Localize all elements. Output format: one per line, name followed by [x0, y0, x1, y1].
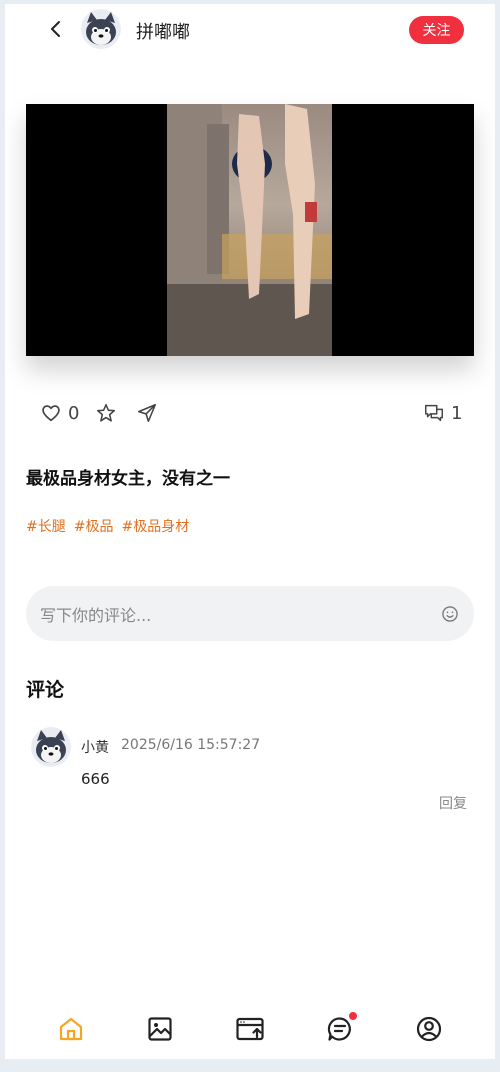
- post-title: 最极品身材女主，没有之一: [26, 469, 230, 489]
- tag[interactable]: #极品身材: [121, 516, 189, 536]
- app-frame: 拼嘟嘟 关注 0 1 最极品身材女主，没有之一 #长腿 #极品 #极品身材 写下…: [5, 4, 495, 1059]
- home-icon: [59, 1017, 83, 1041]
- heart-icon: [42, 405, 60, 422]
- tab-gallery[interactable]: [143, 1012, 177, 1046]
- video-player[interactable]: [26, 104, 474, 356]
- comment-author[interactable]: 小黄: [81, 737, 109, 757]
- tag[interactable]: #长腿: [26, 516, 66, 536]
- author-name[interactable]: 拼嘟嘟: [136, 18, 190, 44]
- star-icon: [96, 403, 116, 422]
- tag-list: #长腿 #极品 #极品身材: [26, 516, 189, 536]
- comment-count: 1: [451, 402, 463, 424]
- back-icon[interactable]: [45, 18, 67, 40]
- follow-button[interactable]: 关注: [409, 16, 464, 44]
- send-icon: [137, 403, 157, 423]
- comment-icon: [425, 404, 443, 422]
- comments-heading: 评论: [26, 679, 65, 701]
- like-button[interactable]: 0: [40, 399, 79, 427]
- tab-home[interactable]: [54, 1012, 88, 1046]
- comment-placeholder: 写下你的评论...: [40, 605, 152, 625]
- reply-button[interactable]: 回复: [439, 793, 467, 813]
- upload-icon: [236, 1017, 264, 1041]
- tag[interactable]: #极品: [74, 516, 114, 536]
- notification-dot: [349, 1012, 357, 1020]
- video-thumbnail: [167, 104, 332, 356]
- tab-messages[interactable]: [323, 1012, 357, 1046]
- avatar[interactable]: [81, 9, 121, 49]
- comment-input[interactable]: 写下你的评论...: [26, 586, 474, 641]
- avatar[interactable]: [31, 727, 71, 767]
- bottom-tab-bar: [5, 1012, 495, 1059]
- image-icon: [148, 1017, 172, 1041]
- favorite-button[interactable]: [95, 399, 117, 427]
- comment-time: 2025/6/16 15:57:27: [121, 737, 261, 753]
- top-bar: 拼嘟嘟 关注: [5, 4, 495, 54]
- post-actions: 0 1: [5, 399, 495, 427]
- comment-text: 666: [81, 770, 110, 788]
- share-button[interactable]: [136, 399, 158, 427]
- like-count: 0: [68, 402, 80, 424]
- emoji-icon[interactable]: [440, 604, 460, 624]
- profile-icon: [416, 1016, 442, 1042]
- comments-button[interactable]: 1: [423, 399, 462, 427]
- tab-upload[interactable]: [233, 1012, 267, 1046]
- tab-profile[interactable]: [412, 1012, 446, 1046]
